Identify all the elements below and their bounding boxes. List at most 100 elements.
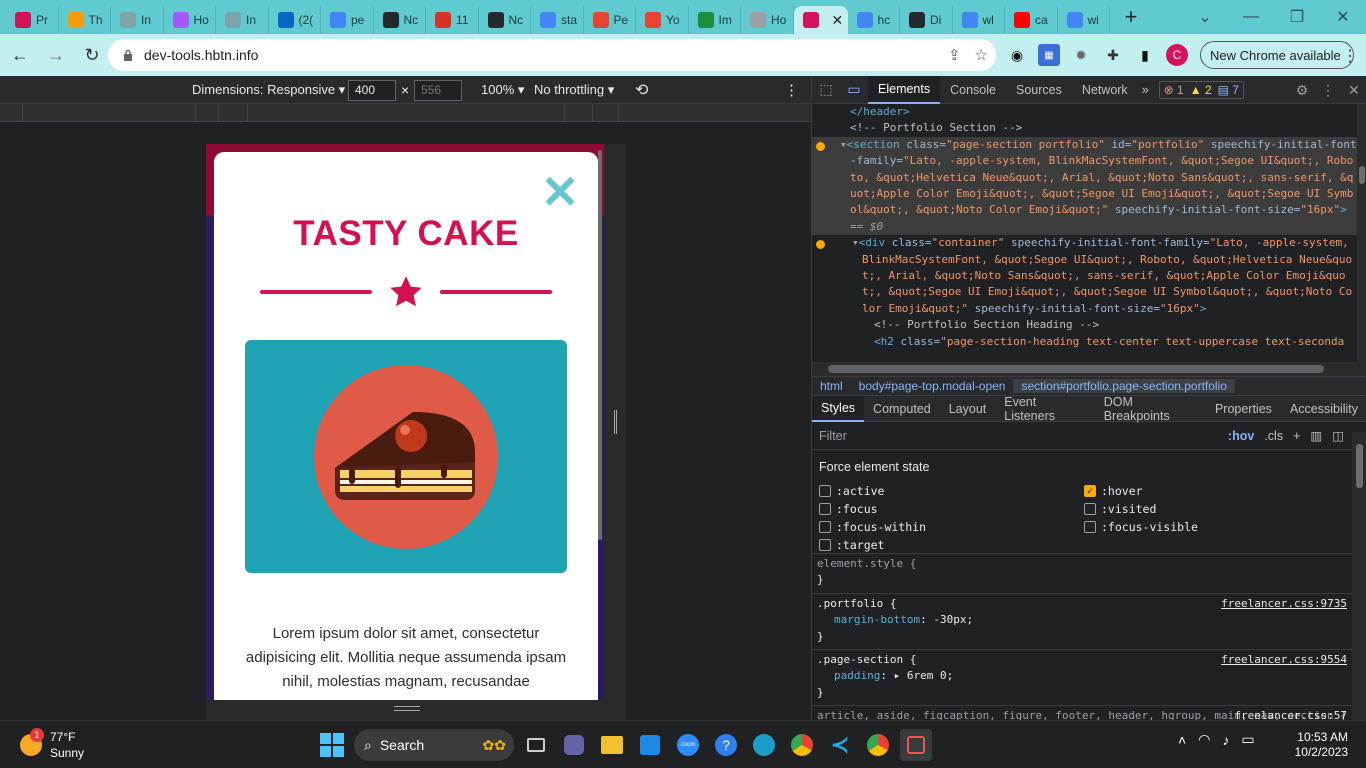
browser-tab[interactable]: Yo — [636, 6, 689, 34]
subtab-event-listeners[interactable]: Event Listeners — [995, 395, 1094, 423]
chrome-profile-icon[interactable] — [862, 729, 894, 761]
browser-tab[interactable]: ✕ — [793, 6, 848, 34]
inspect-element-icon[interactable]: ⬚ — [812, 76, 840, 104]
browser-tab[interactable]: wl — [953, 6, 1005, 34]
side-panel-icon[interactable]: ▮ — [1134, 44, 1156, 66]
forward-icon[interactable]: → — [40, 39, 72, 71]
wifi-icon[interactable]: ◠ — [1198, 731, 1210, 748]
checkbox-box[interactable] — [819, 521, 831, 533]
state-checkbox-visited[interactable]: :visited — [1084, 502, 1156, 516]
state-checkbox-target[interactable]: :target — [819, 538, 884, 552]
volume-icon[interactable]: ♪ — [1222, 732, 1229, 748]
restore-icon[interactable]: ❐ — [1274, 0, 1320, 34]
task-view-icon[interactable] — [520, 729, 552, 761]
checkbox-box[interactable]: ✓ — [1084, 485, 1096, 497]
chrome-menu-icon[interactable]: ⋮ — [1342, 46, 1358, 66]
new-chrome-available-button[interactable]: New Chrome available — [1200, 41, 1354, 69]
dimensions-dropdown[interactable]: Dimensions: Responsive ▾ — [192, 82, 345, 98]
subtab-layout[interactable]: Layout — [940, 396, 996, 422]
state-checkbox-focus[interactable]: :focus — [819, 502, 878, 516]
browser-tab[interactable]: Th — [59, 6, 111, 34]
tab-network[interactable]: Network — [1072, 76, 1138, 104]
viewport-width-resizer[interactable] — [604, 144, 626, 700]
breadcrumb-item[interactable]: section#portfolio.page-section.portfolio — [1013, 379, 1235, 393]
browser-tab[interactable]: Ho — [741, 6, 794, 34]
device-more-icon[interactable]: ⋮ — [784, 81, 799, 99]
tab-search-icon[interactable]: ⌄ — [1182, 0, 1228, 34]
help-icon[interactable]: ? — [710, 729, 742, 761]
start-icon[interactable] — [316, 729, 348, 761]
page-scrollbar[interactable] — [598, 150, 602, 540]
reload-icon[interactable]: ↻ — [76, 39, 108, 71]
tray-chevron-icon[interactable]: ˄ — [1178, 732, 1186, 748]
new-tab-button[interactable]: + — [1114, 3, 1148, 31]
browser-tab[interactable]: Ho — [164, 6, 216, 34]
checkbox-box[interactable] — [819, 485, 831, 497]
viewport-height-resizer[interactable] — [206, 700, 626, 720]
device-toggle-icon[interactable]: ▭ — [840, 76, 868, 104]
browser-tab[interactable]: Nc — [374, 6, 426, 34]
browser-tab[interactable]: Pe — [584, 6, 636, 34]
dom-vertical-scrollbar[interactable] — [1357, 104, 1366, 376]
dom-horizontal-scrollbar[interactable] — [812, 362, 1357, 376]
state-checkbox-active[interactable]: :active — [819, 484, 884, 498]
dom-tree[interactable]: </header> <!-- Portfolio Section --> ▾<sec… — [812, 104, 1357, 362]
checkbox-box[interactable] — [1084, 521, 1096, 533]
dom-node[interactable]: <!-- Portfolio Section --> — [812, 120, 1357, 136]
rule-property[interactable]: padding: ▸ 6rem 0; — [817, 668, 1347, 684]
browser-tab[interactable]: Nc — [479, 6, 531, 34]
subtab-properties[interactable]: Properties — [1206, 396, 1281, 422]
browser-tab[interactable]: In — [216, 6, 269, 34]
media-query-bar[interactable] — [0, 104, 811, 122]
browser-tab[interactable]: Pr — [6, 6, 59, 34]
chrome-icon[interactable] — [786, 729, 818, 761]
subtab-accessibility[interactable]: Accessibility — [1281, 396, 1366, 422]
dom-node[interactable]: </header> — [812, 104, 1357, 120]
cls-toggle[interactable]: .cls — [1264, 429, 1283, 443]
browser-tab[interactable]: sta — [531, 6, 584, 34]
browser-tab[interactable]: Im — [689, 6, 741, 34]
issues-counter[interactable]: ⊗ 1 ▲ 2 ▤ 7 — [1158, 80, 1244, 99]
rule-source-link[interactable]: freelancer.css:9735 — [1221, 596, 1347, 612]
teams-icon[interactable] — [558, 729, 590, 761]
dom-node[interactable]: ▾<div class="container" speechify-initia… — [812, 235, 1357, 317]
height-input[interactable]: 556 — [414, 80, 462, 101]
new-style-rule-icon[interactable]: + — [1293, 429, 1300, 443]
state-checkbox-hover[interactable]: ✓:hover — [1084, 484, 1143, 498]
browser-tab[interactable]: Di — [900, 6, 953, 34]
subtab-dom-breakpoints[interactable]: DOM Breakpoints — [1095, 395, 1206, 423]
extension-blue-icon[interactable]: ▦ — [1038, 44, 1060, 66]
share-icon[interactable]: ⇪ — [948, 46, 961, 64]
hov-toggle[interactable]: :hov — [1228, 429, 1254, 443]
expand-triangle-icon[interactable]: ▾ — [852, 236, 859, 249]
rotate-icon[interactable]: ⟲ — [635, 80, 648, 100]
settings-gear-icon[interactable]: ⚙ — [1289, 82, 1315, 99]
rule-property[interactable]: margin-bottom: -30px; — [817, 612, 1347, 628]
modal-close-icon[interactable]: ✕ — [540, 169, 580, 215]
address-bar[interactable]: dev-tools.hbtn.info ⇪ ☆ — [108, 39, 996, 71]
tab-elements[interactable]: Elements — [868, 75, 941, 104]
zoom-dropdown[interactable]: 100% ▾ — [481, 82, 524, 98]
checkbox-box[interactable] — [819, 539, 831, 551]
browser-tab[interactable]: pe — [321, 6, 374, 34]
rule-source-link[interactable]: freelancer.css:57 — [1234, 708, 1347, 720]
tab-close-icon[interactable]: ✕ — [832, 12, 844, 29]
browser-tab[interactable]: ca — [1005, 6, 1058, 34]
subtab-styles[interactable]: Styles — [812, 395, 865, 422]
dom-node[interactable]: ▾<section class="page-section portfolio"… — [812, 136, 1357, 236]
zoom-icon[interactable]: zoom — [672, 729, 704, 761]
snipping-tool-icon[interactable] — [900, 729, 932, 761]
tab-console[interactable]: Console — [940, 76, 1006, 104]
edge-icon[interactable] — [748, 729, 780, 761]
extensions-puzzle-icon[interactable]: ✚ — [1102, 44, 1124, 66]
checkbox-box[interactable] — [1084, 503, 1096, 515]
browser-tab[interactable]: wi — [1058, 6, 1110, 34]
extension-bug-icon[interactable]: ✹ — [1070, 44, 1092, 66]
paint-brush-icon[interactable]: ▥ — [1310, 428, 1322, 443]
weather-widget[interactable]: 1 77°F Sunny — [20, 728, 84, 761]
throttling-dropdown[interactable]: No throttling ▾ — [534, 82, 614, 98]
width-input[interactable]: 400 — [348, 80, 396, 101]
bookmark-star-icon[interactable]: ☆ — [975, 46, 988, 64]
breadcrumb-item[interactable]: html — [812, 379, 851, 393]
state-checkbox-focus-within[interactable]: :focus-within — [819, 520, 926, 534]
